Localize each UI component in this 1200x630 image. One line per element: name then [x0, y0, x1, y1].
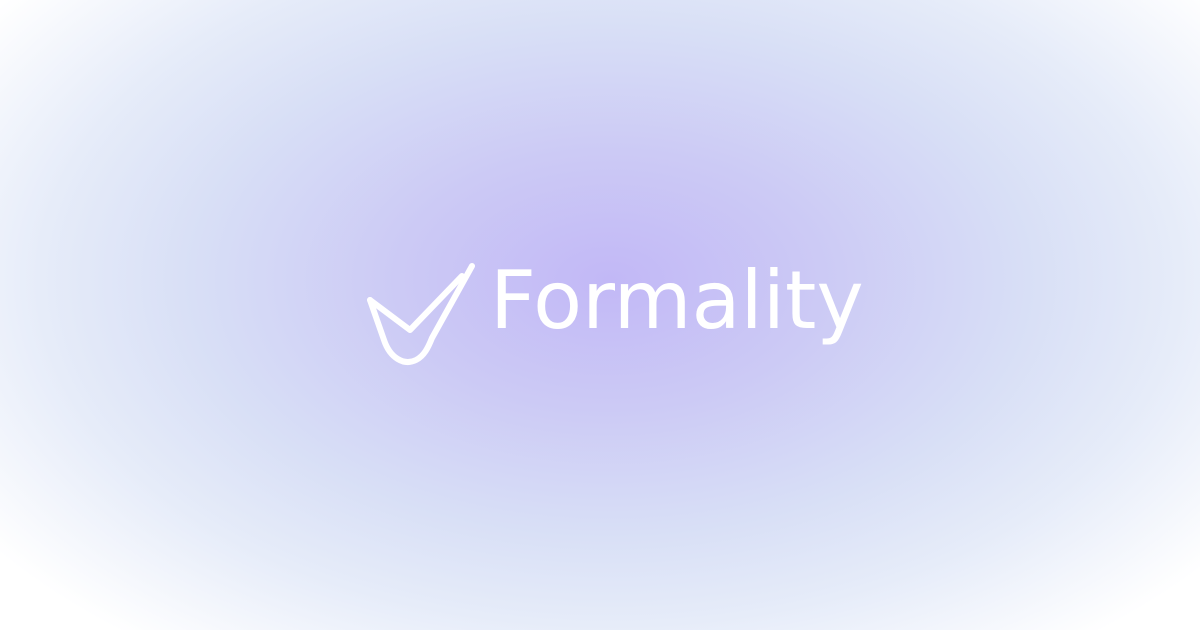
hero-banner: Formality [0, 0, 1200, 630]
checkmark-droplet-icon [367, 263, 475, 365]
brand-logo: Formality [362, 258, 864, 373]
brand-wordmark: Formality [490, 254, 864, 347]
